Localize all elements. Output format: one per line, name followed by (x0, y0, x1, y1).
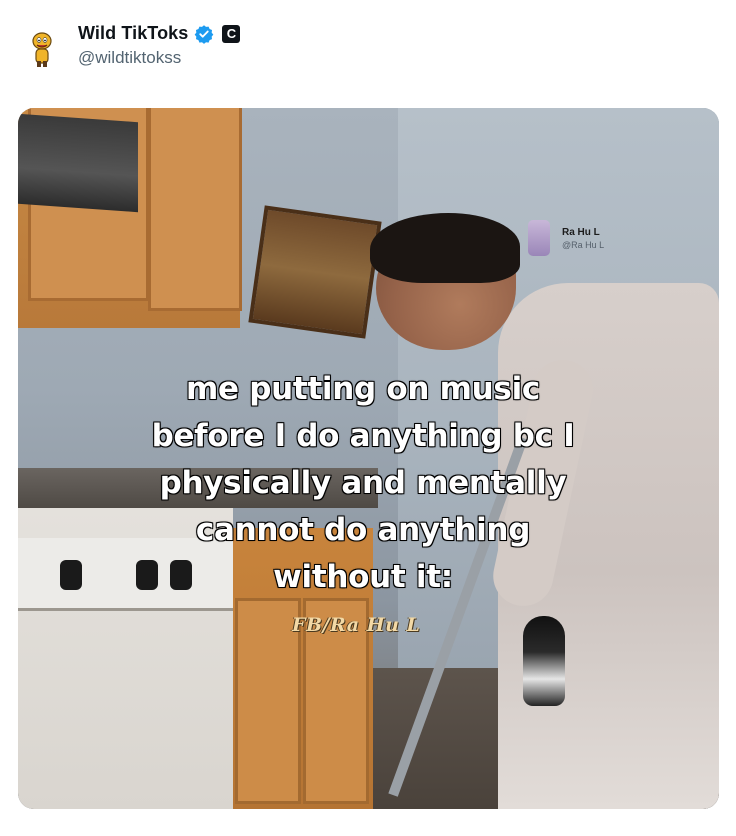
person-hair (370, 213, 520, 283)
caption-line: me putting on music (185, 370, 541, 408)
credit-thumbnail (528, 220, 550, 256)
affiliate-badge-icon[interactable]: C (222, 24, 241, 43)
verified-badge-icon[interactable] (194, 24, 214, 44)
author-display-name[interactable]: Wild TikToks (78, 23, 188, 44)
name-row: Wild TikToks C (78, 23, 241, 44)
caption-line: cannot do anything (195, 511, 531, 549)
stove-knob (60, 560, 82, 590)
tweet-header: Wild TikToks C @wildtiktokss (26, 20, 241, 76)
range-hood (18, 113, 138, 213)
credit-name: Ra Hu L (562, 226, 600, 238)
credit-handle: @Ra Hu L (562, 239, 605, 250)
meme-caption: me putting on music before I do anything… (148, 366, 578, 601)
wall-painting (248, 205, 382, 339)
caption-line: before I do anything bc I (151, 417, 576, 455)
watermark: FB/Ra Hu L (292, 614, 421, 636)
caption-line: without it: (272, 558, 454, 596)
cartoon-character-icon (32, 32, 52, 67)
tweet-media-image[interactable]: Ra Hu L @Ra Hu L me putting on music bef… (18, 108, 719, 809)
author-handle[interactable]: @wildtiktokss (78, 48, 240, 68)
author-info: Wild TikToks C @wildtiktokss (78, 23, 241, 68)
cat (523, 616, 565, 706)
cabinet-door (148, 108, 242, 311)
tweet-card: Wild TikToks C @wildtiktokss Ra Hu L @Ra… (0, 0, 736, 836)
caption-line: physically and mentally (159, 464, 568, 502)
credit-text: Ra Hu L @Ra Hu L (562, 227, 604, 250)
avatar[interactable] (26, 30, 58, 70)
overlay-credit: Ra Hu L @Ra Hu L (528, 220, 604, 256)
